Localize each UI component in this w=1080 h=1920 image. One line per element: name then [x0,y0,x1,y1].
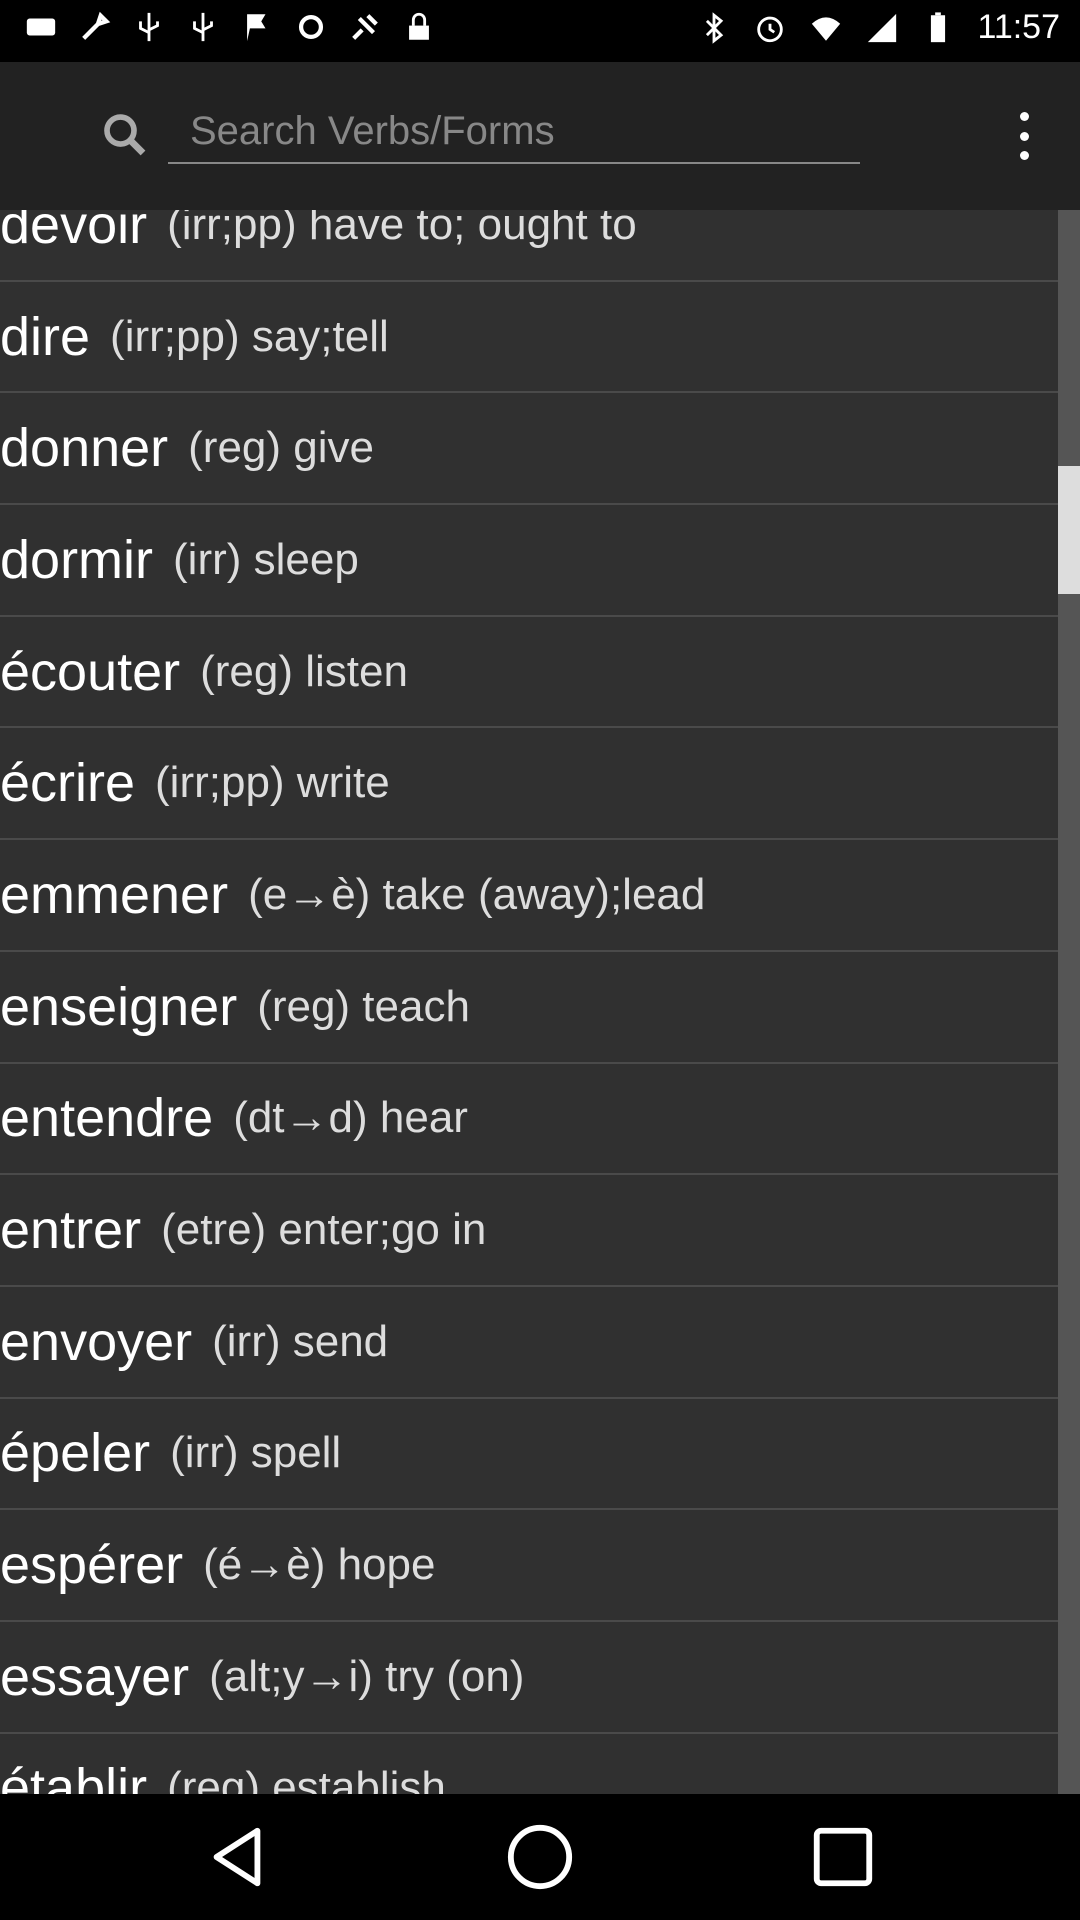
list-item[interactable]: dire (irr;pp) say;tell [0,282,1058,394]
verb-name: emmener [0,864,229,925]
verb-description: (irr;pp) write [155,758,390,808]
battery-icon [931,11,946,42]
verb-description: (irr;pp) say;tell [110,311,389,361]
notification-icons [24,10,436,44]
wrench-icon [82,11,111,40]
flag-icon [247,14,266,42]
verb-name: entendre [0,1088,214,1149]
scrollbar-track[interactable] [1058,210,1080,1794]
verb-name: épeler [0,1423,151,1484]
verb-name: devoir [0,210,148,255]
lock-icon [409,12,429,40]
verb-description: (reg) teach [257,981,470,1031]
verb-description: (dt→d) hear [233,1093,468,1143]
recents-icon[interactable] [808,1822,878,1892]
list-item[interactable]: écouter (reg) listen [0,617,1058,729]
list-item[interactable]: écrire (irr;pp) write [0,728,1058,841]
scrollbar-thumb[interactable] [1058,466,1080,594]
list-item[interactable]: essayer (alt;y→i) try (on) [0,1622,1058,1734]
home-icon[interactable] [505,1822,575,1892]
alarm-icon [757,16,784,42]
system-icons: 11:57 [697,8,1060,47]
verb-description: (reg) establish [167,1763,446,1794]
list-item[interactable]: entendre (dt→d) hear [0,1064,1058,1176]
list-item[interactable]: établir (reg) establish [0,1734,1058,1794]
list-item[interactable]: épeler (irr) spell [0,1399,1058,1511]
verb-name: donner [0,418,169,479]
verb-name: dire [0,306,91,367]
verb-description: (irr) send [212,1316,389,1366]
fake-gps-icon [352,14,378,40]
list-item[interactable]: envoyer (irr) send [0,1287,1058,1399]
verb-description: (e→è) take (away);lead [248,869,706,919]
back-icon[interactable] [202,1822,272,1892]
sync-icon [298,14,324,40]
verb-description: (reg) give [188,423,374,473]
verb-name: entrer [0,1200,142,1261]
list-item[interactable]: devoir (irr;pp) have to; ought to [0,210,1058,282]
verb-description: (irr) spell [170,1428,342,1478]
verb-description: (etre) enter;go in [161,1205,487,1255]
keyboard-icon [26,18,56,36]
list-item[interactable]: espérer (é→è) hope [0,1510,1058,1622]
navigation-bar [0,1794,1080,1920]
overflow-menu-icon[interactable] [1002,106,1046,166]
wifi-icon [812,16,841,41]
verb-description: (alt;y→i) try (on) [209,1651,525,1701]
verb-list[interactable]: devoir (irr;pp) have to; ought to dire (ir… [0,210,1080,1794]
list-item[interactable]: dormir (irr) sleep [0,505,1058,617]
list-item[interactable]: enseigner (reg) teach [0,952,1058,1064]
list-item[interactable]: donner (reg) give [0,393,1058,506]
verb-name: essayer [0,1646,190,1707]
verb-name: envoyer [0,1311,193,1372]
status-bar: 11:57 [0,0,1080,62]
list-item[interactable]: emmener (e→è) take (away);lead [0,840,1058,952]
verb-description: (irr) sleep [173,534,359,584]
verb-description: (reg) listen [200,646,408,696]
signal-icon [868,13,897,42]
search-icon[interactable] [98,108,152,162]
verb-name: espérer [0,1535,184,1596]
clock: 11:57 [977,8,1060,46]
verb-name: écouter [0,641,181,702]
verb-description: (irr;pp) have to; ought to [167,210,637,249]
verb-name: écrire [0,753,136,814]
search-input[interactable] [168,100,860,164]
usb-icon [193,12,213,42]
verb-name: enseigner [0,976,238,1037]
usb-icon [139,12,159,42]
action-bar [0,62,1080,210]
verb-name: dormir [0,529,154,590]
bluetooth-icon [706,11,724,44]
verb-name: établir [0,1758,148,1794]
list-item[interactable]: entrer (etre) enter;go in [0,1175,1058,1287]
verb-description: (é→è) hope [203,1540,436,1590]
